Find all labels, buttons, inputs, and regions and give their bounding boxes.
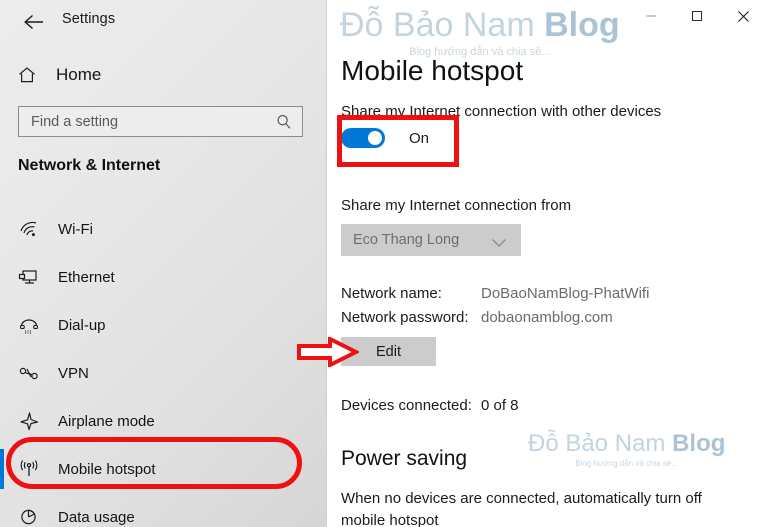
sidebar-section-header: Network & Internet	[18, 157, 161, 174]
watermark-title: Đỗ Bảo Nam Blog	[528, 430, 726, 457]
selection-accent	[0, 257, 4, 297]
toggle-knob	[368, 131, 382, 145]
toggle-switch[interactable]	[341, 128, 385, 148]
share-connection-toggle[interactable]: On	[341, 128, 429, 148]
sidebar-item-ethernet[interactable]: Ethernet	[0, 253, 327, 301]
sidebar-item-dial-up[interactable]: Dial-up	[0, 301, 327, 349]
network-name-key: Network name:	[341, 285, 442, 302]
home-icon	[16, 64, 38, 86]
sidebar-item-airplane-mode[interactable]: Airplane mode	[0, 397, 327, 445]
dropdown-selected-value: Eco Thang Long	[353, 232, 460, 248]
sidebar: Settings Home Network & Internet	[0, 0, 327, 527]
window-title: Settings	[62, 11, 116, 27]
ethernet-icon	[16, 264, 42, 290]
power-saving-description: When no devices are connected, automatic…	[341, 490, 702, 527]
devices-connected-value: 0 of 8	[481, 397, 519, 414]
sidebar-item-home-label: Home	[56, 65, 102, 84]
share-from-dropdown[interactable]: Eco Thang Long	[341, 224, 521, 256]
power-saving-title: Power saving	[341, 447, 468, 470]
dialup-icon	[16, 312, 42, 338]
mobile-hotspot-icon	[16, 456, 42, 482]
back-arrow-icon[interactable]	[18, 8, 50, 36]
watermark-title: Đỗ Bảo Nam Blog	[340, 6, 620, 44]
sidebar-item-wi-fi[interactable]: Wi-Fi	[0, 205, 327, 253]
selection-accent	[0, 497, 4, 527]
search-icon[interactable]	[275, 113, 293, 131]
sidebar-item-mobile-hotspot[interactable]: Mobile hotspot	[0, 445, 327, 493]
search-input[interactable]	[31, 113, 271, 130]
page-title: Mobile hotspot	[341, 55, 524, 86]
toggle-state-label: On	[409, 129, 430, 147]
data-usage-icon	[16, 504, 42, 527]
sidebar-item-data-usage[interactable]: Data usage	[0, 493, 327, 527]
network-password-key: Network password:	[341, 309, 469, 326]
content-pane: Đỗ Bảo Nam Blog Blog hướng dẫn và chia s…	[328, 0, 766, 527]
search-box[interactable]	[18, 106, 303, 137]
selection-accent	[0, 305, 4, 345]
share-from-label: Share my Internet connection from	[341, 197, 572, 214]
window-controls	[628, 0, 766, 32]
network-password-value: dobaonamblog.com	[481, 309, 613, 326]
chevron-down-icon	[491, 235, 507, 253]
minimize-button[interactable]	[628, 0, 674, 32]
selection-accent	[0, 401, 4, 441]
sidebar-titlebar: Settings	[0, 0, 327, 44]
network-password-row: Network password: dobaonamblog.com	[341, 309, 761, 326]
selection-accent	[0, 449, 4, 489]
watermark-bottom: Đỗ Bảo Nam Blog Blog hướng dẫn và chia s…	[528, 432, 725, 468]
sidebar-item-vpn[interactable]: VPN	[0, 349, 327, 397]
devices-connected-key: Devices connected:	[341, 397, 472, 414]
wifi-icon	[16, 216, 42, 242]
vpn-icon	[16, 360, 42, 386]
sidebar-item-label: Data usage	[58, 508, 135, 526]
selection-accent	[0, 353, 4, 393]
sidebar-item-label: Ethernet	[58, 268, 115, 286]
sidebar-item-label: Mobile hotspot	[58, 460, 156, 478]
settings-window: Settings Home Network & Internet	[0, 0, 766, 527]
maximize-button[interactable]	[674, 0, 720, 32]
airplane-icon	[16, 408, 42, 434]
sidebar-nav-list: Wi-Fi Ethernet Dial-up VPN Airplane mode…	[0, 205, 327, 527]
sidebar-item-label: Airplane mode	[58, 412, 155, 430]
watermark-subtitle: Blog hướng dẫn và chia sẻ...	[575, 459, 679, 468]
network-name-value: DoBaoNamBlog-PhatWifi	[481, 285, 650, 302]
network-name-row: Network name: DoBaoNamBlog-PhatWifi	[341, 285, 761, 302]
sidebar-item-label: Dial-up	[58, 316, 106, 334]
watermark-top: Đỗ Bảo Nam Blog Blog hướng dẫn và chia s…	[340, 8, 620, 58]
devices-connected-row: Devices connected: 0 of 8	[341, 397, 761, 414]
sidebar-item-label: VPN	[58, 364, 89, 382]
sidebar-item-home[interactable]: Home	[0, 58, 327, 92]
sidebar-item-label: Wi-Fi	[58, 220, 93, 238]
close-button[interactable]	[720, 0, 766, 32]
selection-accent	[0, 209, 4, 249]
edit-button[interactable]: Edit	[341, 337, 436, 366]
share-devices-label: Share my Internet connection with other …	[341, 103, 662, 120]
